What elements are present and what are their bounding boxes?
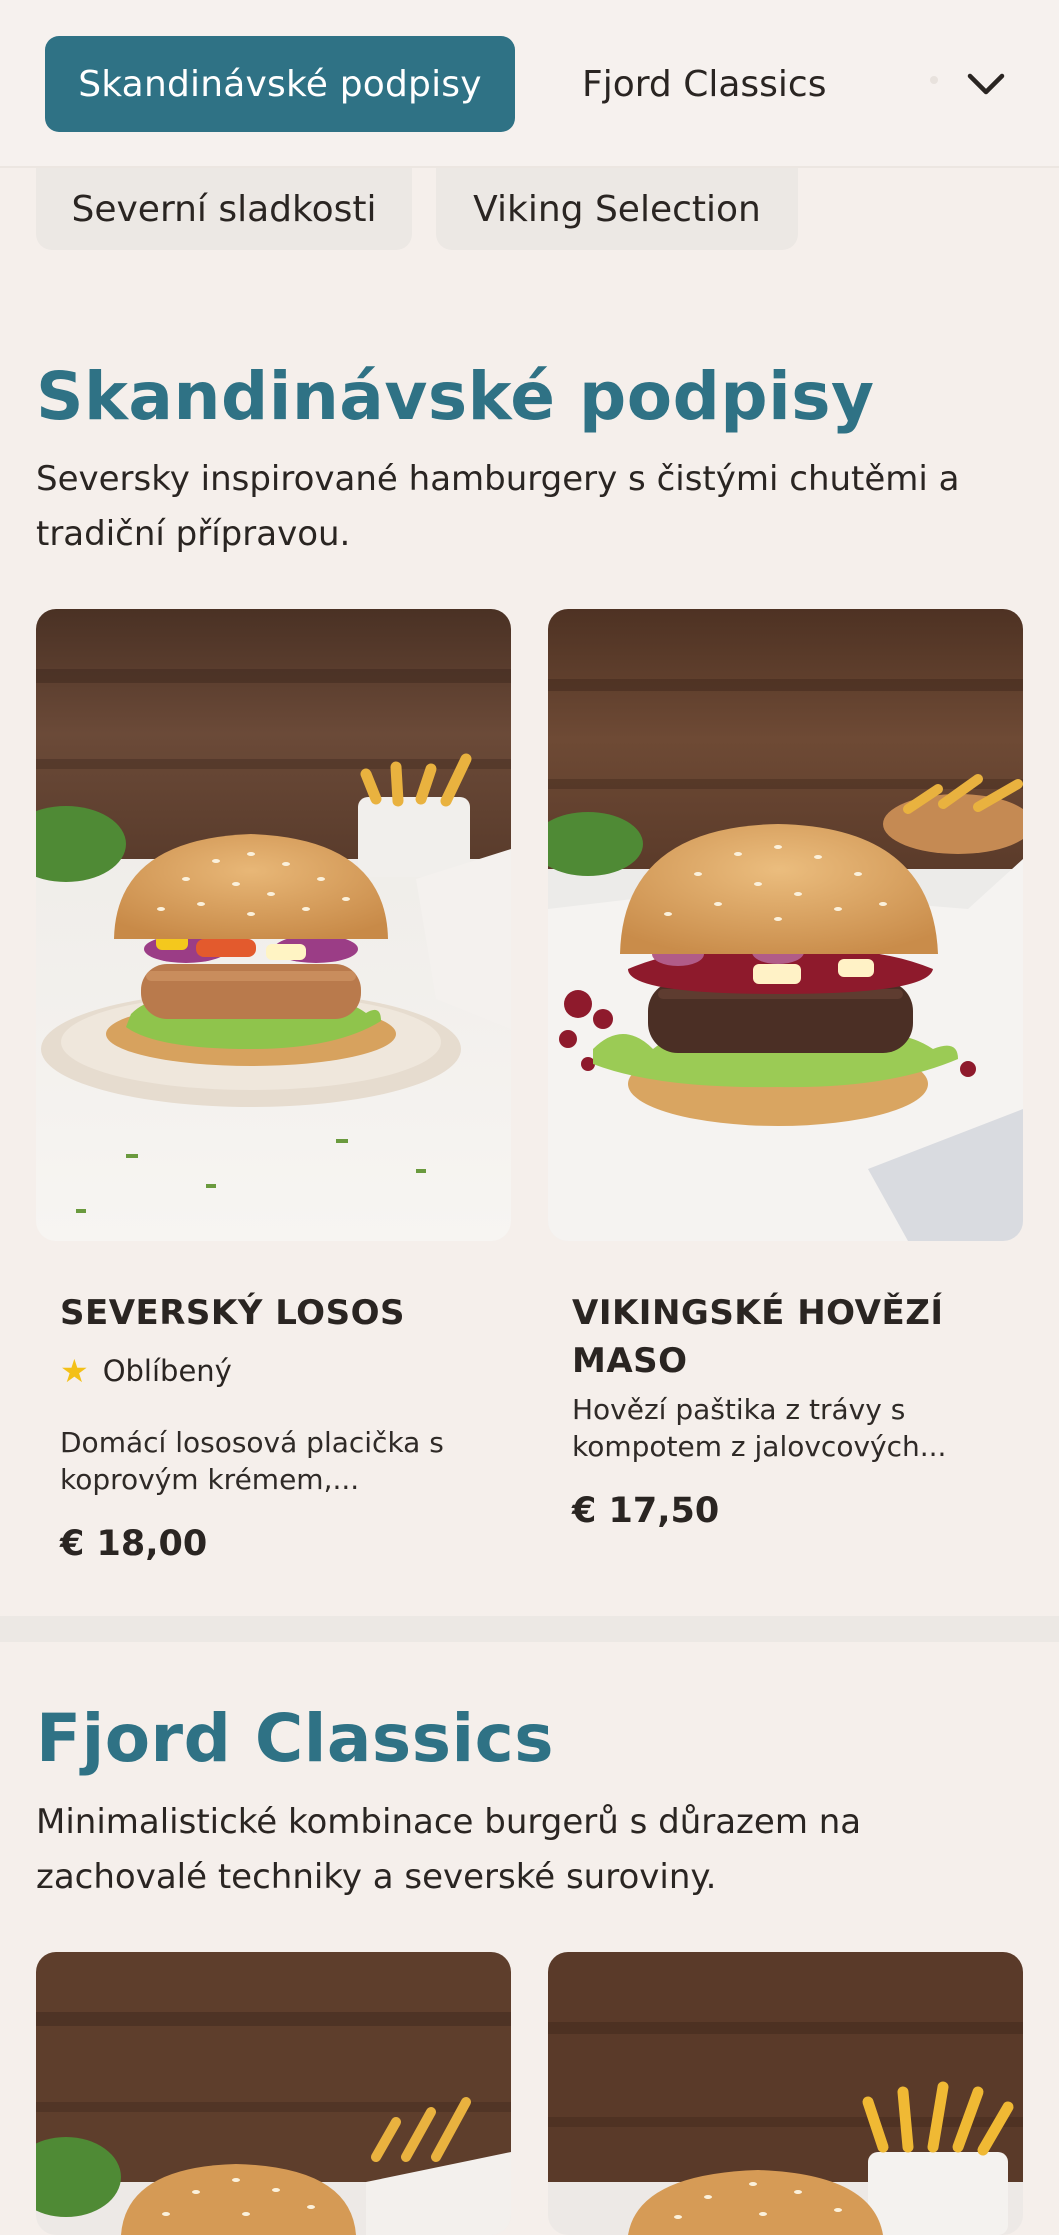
section-divider — [0, 1616, 1059, 1642]
product-card[interactable] — [548, 1952, 1023, 2235]
section-description: Minimalistické kombinace burgerů s důraz… — [36, 1802, 862, 1897]
product-name: VIKINGSKÉ HOVĚZÍ MASO — [572, 1293, 944, 1381]
product-image[interactable] — [548, 609, 1023, 1241]
section-description: Seversky inspirované hamburgery s čistým… — [36, 459, 960, 554]
badge-label: Oblíbený — [102, 1354, 232, 1388]
product-price: € 18,00 — [60, 1524, 208, 1564]
category-chip-active[interactable]: Skandinávské podpisy — [45, 36, 515, 132]
product-image[interactable] — [548, 1952, 1023, 2235]
category-chip-viking[interactable]: Viking Selection — [436, 168, 798, 250]
product-image[interactable] — [36, 1952, 511, 2235]
product-price: € 17,50 — [572, 1491, 720, 1531]
category-chip-fjord[interactable]: Fjord Classics — [562, 36, 846, 132]
beef-burger-image — [548, 609, 1023, 1241]
product-image[interactable] — [36, 609, 511, 1241]
burger-image — [548, 1952, 1023, 2235]
salmon-burger-image — [36, 609, 511, 1241]
product-name: SEVERSKÝ LOSOS — [60, 1293, 405, 1333]
section-title: Fjord Classics — [36, 1700, 555, 1777]
star-icon: ★ — [60, 1352, 89, 1390]
product-description: Domácí lososová placička s koprovým krém… — [60, 1426, 444, 1496]
product-card[interactable] — [36, 1952, 511, 2235]
favorite-badge: ★ Oblíbený — [60, 1354, 232, 1388]
burger-image — [36, 1952, 511, 2235]
category-chip-sweets[interactable]: Severní sladkosti — [36, 168, 412, 250]
product-description: Hovězí paštika z trávy s kompotem z jalo… — [572, 1393, 947, 1463]
section-title: Skandinávské podpisy — [36, 358, 875, 435]
scroll-fade — [930, 76, 938, 84]
chevron-down-icon[interactable] — [958, 56, 1014, 112]
category-nav: Skandinávské podpisy Fjord Classics — [0, 0, 1059, 168]
